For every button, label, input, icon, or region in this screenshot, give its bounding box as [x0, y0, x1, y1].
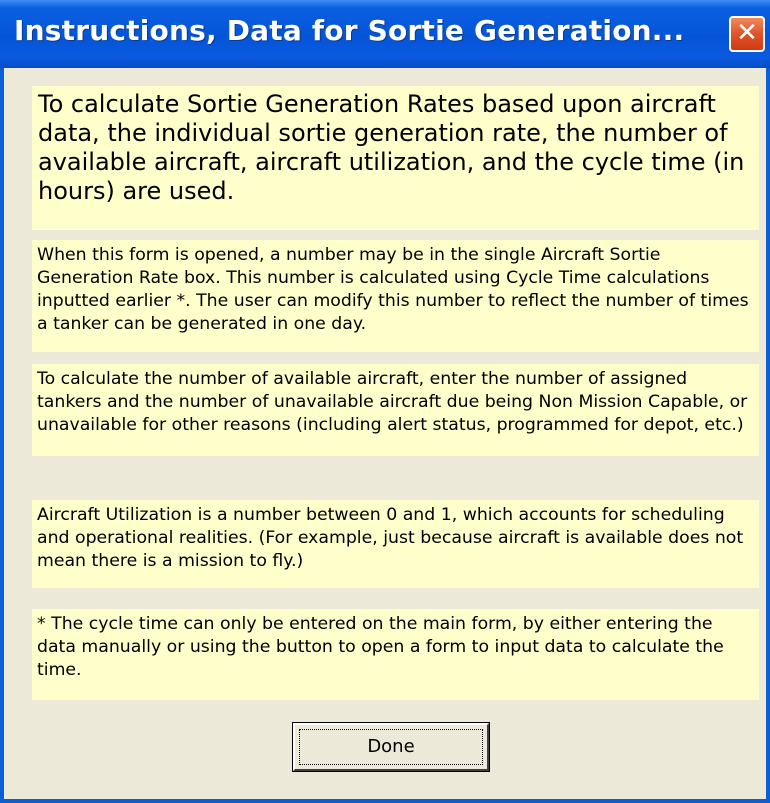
close-icon: ✕ — [736, 18, 758, 48]
close-button[interactable]: ✕ — [729, 16, 765, 52]
instruction-cycle-time-footnote: * The cycle time can only be entered on … — [32, 609, 759, 700]
instruction-sortie-rate: When this form is opened, a number may b… — [32, 240, 759, 352]
window-title: Instructions, Data for Sortie Generation… — [14, 14, 685, 47]
instruction-utilization: Aircraft Utilization is a number between… — [32, 500, 759, 588]
dialog-window: Instructions, Data for Sortie Generation… — [0, 0, 770, 803]
instruction-summary: To calculate Sortie Generation Rates bas… — [32, 86, 759, 230]
dialog-body: To calculate Sortie Generation Rates bas… — [4, 68, 766, 799]
instruction-available-aircraft: To calculate the number of available air… — [32, 364, 759, 456]
title-bar[interactable]: Instructions, Data for Sortie Generation… — [0, 0, 770, 68]
done-button[interactable]: Done — [293, 723, 489, 771]
